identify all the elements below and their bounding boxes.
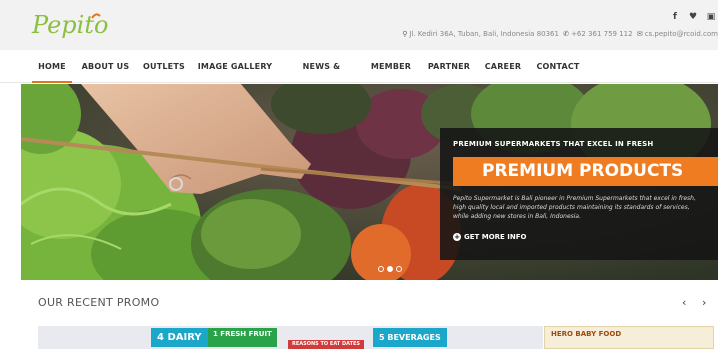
promo-section-title: OUR RECENT PROMO [38, 296, 160, 309]
main-nav: HOME ABOUT US OUTLETS IMAGE GALLERY NEWS… [0, 50, 718, 104]
nav-member[interactable]: MEMBER [368, 50, 414, 83]
top-bar: Pepito f ♥ ▣ ⚲ Jl. Kediri 36A, Tuban, Ba… [0, 0, 718, 50]
slider-dot-active[interactable] [387, 266, 393, 272]
twitter-icon[interactable]: ♥ [688, 12, 698, 22]
location-pin-icon: ⚲ [402, 30, 408, 38]
hero-caption: PREMIUM SUPERMARKETS THAT EXCEL IN FRESH… [440, 128, 718, 260]
phone-icon: ✆ [560, 30, 570, 38]
get-more-info-label: GET MORE INFO [464, 233, 527, 241]
email-icon: ✉ [634, 30, 643, 38]
promo-next-arrow-icon[interactable]: › [702, 296, 706, 309]
contact-info: ⚲ Jl. Kediri 36A, Tuban, Bali, Indonesia… [402, 30, 718, 38]
hero-title: PREMIUM PRODUCTS [453, 157, 718, 186]
nav-home[interactable]: HOME [32, 50, 72, 83]
hero-subtitle: PREMIUM SUPERMARKETS THAT EXCEL IN FRESH [453, 140, 654, 148]
nav-image-gallery[interactable]: IMAGE GALLERY [196, 50, 274, 83]
email-link[interactable]: cs.pepito@rcoid.com [645, 30, 718, 38]
nav-career[interactable]: CAREER [482, 50, 524, 83]
promo-dairy-label: 4 DAIRY [151, 328, 208, 347]
nav-partner[interactable]: PARTNER [424, 50, 474, 83]
plus-circle-icon: + [453, 233, 461, 241]
nav-about-us[interactable]: ABOUT US [78, 50, 133, 83]
promo-fresh-label: 1 FRESH FRUIT [208, 328, 277, 347]
phone-text: +62 361 759 112 [571, 30, 633, 38]
nav-outlets[interactable]: OUTLETS [141, 50, 187, 83]
slider-dot[interactable] [396, 266, 402, 272]
promo-baby-food-label: HERO BABY FOOD [551, 330, 622, 338]
promo-reasons-label: REASONS TO EAT DATES [288, 340, 365, 349]
nav-contact[interactable]: CONTACT [534, 50, 582, 83]
hero-description: Pepito Supermarket is Bali pioneer in Pr… [453, 195, 696, 220]
facebook-icon[interactable]: f [670, 12, 680, 22]
slider-dot[interactable] [378, 266, 384, 272]
promo-banner[interactable]: HERO BABY FOOD [544, 326, 714, 349]
get-more-info-button[interactable]: + GET MORE INFO [453, 233, 526, 241]
nav-news-promo[interactable]: NEWS & PROMO [284, 50, 359, 104]
promo-beverages-label: 5 BEVERAGES [373, 328, 447, 347]
social-links: f ♥ ▣ [670, 12, 716, 22]
instagram-icon[interactable]: ▣ [706, 12, 716, 22]
promo-banner[interactable]: 4 DAIRY 1 FRESH FRUIT REASONS TO EAT DAT… [38, 326, 543, 349]
address-text: Jl. Kediri 36A, Tuban, Bali, Indonesia 8… [409, 30, 559, 38]
promo-prev-arrow-icon[interactable]: ‹ [682, 296, 686, 309]
slider-dots [378, 266, 402, 272]
pepito-logo[interactable]: Pepito [30, 8, 140, 42]
